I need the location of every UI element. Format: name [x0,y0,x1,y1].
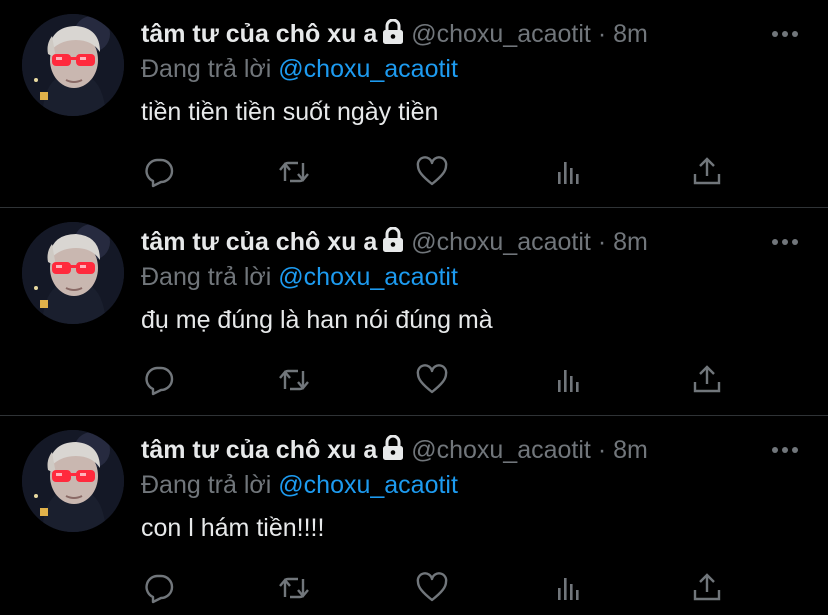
separator-dot: · [597,20,607,48]
tweet-actions [0,362,828,402]
like-icon[interactable] [414,570,450,606]
tweet-text: tiền tiền tiền suốt ngày tiền [141,98,439,126]
avatar[interactable] [22,430,124,532]
display-name[interactable]: tâm tư của chô xu a [141,20,377,48]
tweet-text: đụ mẹ đúng là han nói đúng mà [141,306,493,334]
views-icon[interactable] [552,570,588,606]
timestamp[interactable]: 8m [613,20,648,48]
separator-dot: · [597,228,607,256]
tweet-header: tâm tư của chô xu a @choxu_acaotit · 8m [141,433,648,467]
like-icon[interactable] [414,362,450,398]
tweet-text: con l hám tiền!!!! [141,514,325,542]
tweet-header: tâm tư của chô xu a @choxu_acaotit · 8m [141,17,648,51]
reply-icon[interactable] [141,570,177,606]
tweet[interactable]: tâm tư của chô xu a @choxu_acaotit · 8m Đ… [0,416,828,615]
timeline-feed: tâm tư của chô xu a @choxu_acaotit · 8m Đ… [0,0,828,615]
reply-prefix: Đang trả lời [141,55,279,83]
tweet-actions [0,154,828,194]
retweet-icon[interactable] [276,362,312,398]
lock-icon [381,434,405,470]
retweet-icon[interactable] [276,570,312,606]
separator-dot: · [597,436,607,464]
reply-icon[interactable] [141,154,177,190]
share-icon[interactable] [689,570,725,606]
views-icon[interactable] [552,154,588,190]
retweet-icon[interactable] [276,154,312,190]
reply-mention-link[interactable]: @choxu_acaotit [278,263,458,291]
timestamp[interactable]: 8m [613,228,648,256]
more-icon[interactable] [770,440,800,460]
reply-context: Đang trả lời @choxu_acaotit [141,52,458,86]
timestamp[interactable]: 8m [613,436,648,464]
user-handle[interactable]: @choxu_acaotit [411,20,591,48]
views-icon[interactable] [552,362,588,398]
avatar[interactable] [22,14,124,116]
reply-mention-link[interactable]: @choxu_acaotit [278,471,458,499]
reply-icon[interactable] [141,362,177,398]
tweet[interactable]: tâm tư của chô xu a @choxu_acaotit · 8m Đ… [0,0,828,207]
tweet-actions [0,570,828,610]
more-icon[interactable] [770,24,800,44]
share-icon[interactable] [689,362,725,398]
tweet-header: tâm tư của chô xu a @choxu_acaotit · 8m [141,225,648,259]
lock-icon [381,226,405,262]
reply-prefix: Đang trả lời [141,263,279,291]
more-icon[interactable] [770,232,800,252]
display-name[interactable]: tâm tư của chô xu a [141,436,377,464]
display-name[interactable]: tâm tư của chô xu a [141,228,377,256]
user-handle[interactable]: @choxu_acaotit [411,228,591,256]
reply-context: Đang trả lời @choxu_acaotit [141,468,458,502]
tweet[interactable]: tâm tư của chô xu a @choxu_acaotit · 8m Đ… [0,208,828,415]
reply-context: Đang trả lời @choxu_acaotit [141,260,458,294]
lock-icon [381,18,405,54]
user-handle[interactable]: @choxu_acaotit [411,436,591,464]
share-icon[interactable] [689,154,725,190]
avatar[interactable] [22,222,124,324]
reply-mention-link[interactable]: @choxu_acaotit [278,55,458,83]
reply-prefix: Đang trả lời [141,471,279,499]
like-icon[interactable] [414,154,450,190]
